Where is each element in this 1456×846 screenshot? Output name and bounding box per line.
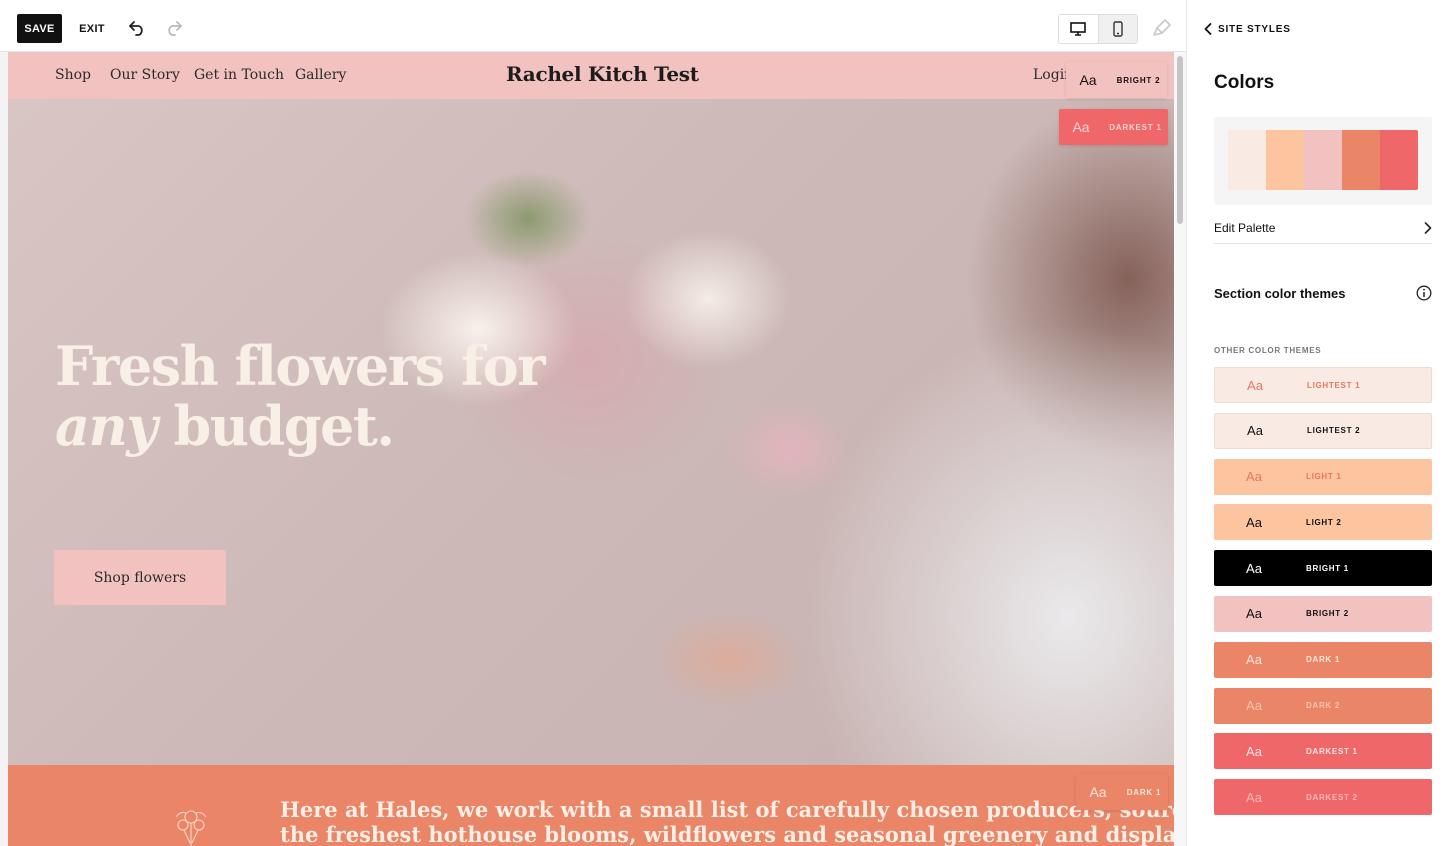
theme-label: LIGHTEST 1 <box>1307 380 1361 390</box>
theme-light-2[interactable]: Aa LIGHT 2 <box>1214 504 1432 541</box>
theme-bright-2[interactable]: Aa BRIGHT 2 <box>1214 595 1432 632</box>
about-theme-chip-label: DARK 1 <box>1126 787 1162 797</box>
hero-heading-line1: Fresh flowers for <box>55 334 546 398</box>
nav-link-shop[interactable]: Shop <box>55 67 91 83</box>
header-theme-chip-label: BRIGHT 2 <box>1116 75 1161 85</box>
floral-logo-icon <box>166 803 216 846</box>
palette-preview[interactable] <box>1214 117 1432 205</box>
nav-link-our-story[interactable]: Our Story <box>110 67 180 83</box>
theme-lightest-1[interactable]: Aa LIGHTEST 1 <box>1214 367 1432 403</box>
section-color-themes-header: Section color themes <box>1214 285 1432 301</box>
palette-swatch <box>1304 130 1342 190</box>
header-theme-chip[interactable]: Aa BRIGHT 2 <box>1066 62 1167 98</box>
hero-heading-emphasis: any <box>55 394 158 458</box>
theme-sample-text: Aa <box>1247 423 1263 439</box>
hero-heading-rest: budget. <box>156 394 395 458</box>
theme-sample-text: Aa <box>1246 789 1262 805</box>
theme-dark-1[interactable]: Aa DARK 1 <box>1214 641 1432 678</box>
theme-sample-text: Aa <box>1246 698 1262 714</box>
undo-icon[interactable] <box>125 16 149 40</box>
theme-sample-text: Aa <box>1246 606 1262 622</box>
save-button[interactable]: SAVE <box>17 14 62 43</box>
about-section: Here at Hales, we work with a small list… <box>8 765 1174 846</box>
theme-lightest-2[interactable]: Aa LIGHTEST 2 <box>1214 412 1432 449</box>
section-color-themes-label: Section color themes <box>1214 285 1346 301</box>
theme-label: LIGHTEST 2 <box>1307 426 1361 436</box>
theme-list: Aa LIGHTEST 1 Aa LIGHTEST 2 Aa LIGHT 1 Aa LI… <box>1214 367 1432 825</box>
theme-sample-text: Aa <box>1246 560 1262 576</box>
site-styles-panel: SITE STYLES Colors Edit Palette Section … <box>1186 0 1456 846</box>
mobile-view-icon[interactable] <box>1097 15 1137 43</box>
about-text-line2: the freshest hothouse blooms, wildflower… <box>280 822 1174 846</box>
hero-theme-chip-label: DARKEST 1 <box>1109 122 1162 132</box>
preview-scrollbar-thumb[interactable] <box>1177 56 1183 224</box>
hero-theme-chip-sample: Aa <box>1072 119 1090 135</box>
palette-swatch <box>1266 130 1304 190</box>
theme-sample-text: Aa <box>1246 652 1262 668</box>
site-title[interactable]: Rachel Kitch Test <box>506 62 699 86</box>
hero-theme-chip[interactable]: Aa DARKEST 1 <box>1059 109 1168 145</box>
hero-heading-line2: any budget. <box>55 399 395 453</box>
theme-label: DARK 1 <box>1306 655 1340 665</box>
hero-section: Fresh flowers for any budget. Shop flowe… <box>8 99 1174 765</box>
theme-darkest-2[interactable]: Aa DARKEST 2 <box>1214 779 1432 816</box>
desktop-view-icon[interactable] <box>1059 15 1098 43</box>
theme-label: DARKEST 1 <box>1306 746 1358 756</box>
about-text-line1: Here at Hales, we work with a small list… <box>280 797 1174 822</box>
info-icon[interactable] <box>1416 285 1432 301</box>
editor-toolbar: SAVE EXIT <box>0 0 1186 52</box>
nav-link-gallery[interactable]: Gallery <box>295 67 346 83</box>
theme-sample-text: Aa <box>1247 377 1263 393</box>
shop-flowers-button[interactable]: Shop flowers <box>54 550 226 605</box>
edit-palette-label: Edit Palette <box>1214 220 1276 235</box>
device-toggle <box>1058 14 1138 44</box>
about-theme-chip[interactable]: Aa DARK 1 <box>1076 774 1168 810</box>
exit-button[interactable]: EXIT <box>76 14 108 43</box>
palette-swatch <box>1228 130 1266 190</box>
theme-darkest-1[interactable]: Aa DARKEST 1 <box>1214 733 1432 770</box>
palette-swatch <box>1380 130 1418 190</box>
theme-sample-text: Aa <box>1246 469 1262 485</box>
palette-swatch <box>1342 130 1380 190</box>
other-color-themes-label: OTHER COLOR THEMES <box>1214 346 1322 355</box>
about-theme-chip-sample: Aa <box>1089 784 1107 800</box>
theme-label: DARK 2 <box>1306 701 1340 711</box>
paintbrush-icon[interactable] <box>1150 16 1174 40</box>
theme-light-1[interactable]: Aa LIGHT 1 <box>1214 458 1432 495</box>
theme-label: LIGHT 2 <box>1306 517 1342 527</box>
theme-bright-1[interactable]: Aa BRIGHT 1 <box>1214 550 1432 587</box>
editor-app: SAVE EXIT Shop Our Story Get in Touch Ga… <box>0 0 1456 846</box>
site-styles-label: SITE STYLES <box>1218 23 1291 35</box>
chevron-right-icon <box>1424 221 1432 234</box>
about-text: Here at Hales, we work with a small list… <box>280 797 1174 846</box>
back-to-site-styles[interactable]: SITE STYLES <box>1204 20 1291 38</box>
site-preview: Shop Our Story Get in Touch Gallery Rach… <box>8 52 1174 846</box>
palette-swatches <box>1228 130 1418 190</box>
edit-palette-row[interactable]: Edit Palette <box>1214 218 1432 244</box>
redo-icon[interactable] <box>162 16 186 40</box>
header-theme-chip-sample: Aa <box>1079 72 1097 88</box>
theme-dark-2[interactable]: Aa DARK 2 <box>1214 687 1432 724</box>
theme-sample-text: Aa <box>1246 514 1262 530</box>
panel-title: Colors <box>1214 72 1275 93</box>
theme-sample-text: Aa <box>1246 743 1262 759</box>
theme-label: BRIGHT 2 <box>1306 609 1349 619</box>
chevron-left-icon <box>1204 23 1212 35</box>
theme-label: BRIGHT 1 <box>1306 563 1349 573</box>
theme-label: LIGHT 1 <box>1306 472 1342 482</box>
site-header: Shop Our Story Get in Touch Gallery Rach… <box>8 52 1174 99</box>
theme-label: DARKEST 2 <box>1306 792 1358 802</box>
nav-link-get-in-touch[interactable]: Get in Touch <box>194 67 284 83</box>
